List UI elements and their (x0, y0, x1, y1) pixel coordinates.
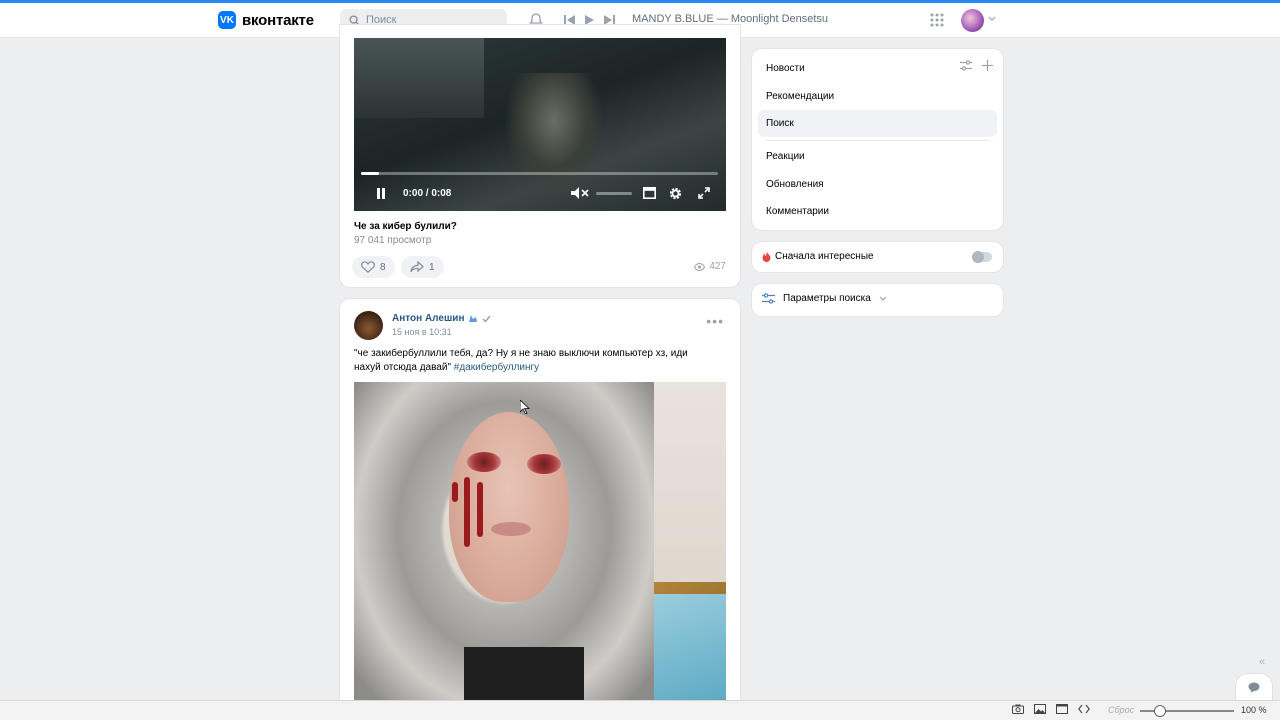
fire-icon (762, 251, 771, 262)
video-title[interactable]: Че за кибер булили? (354, 221, 457, 232)
video-progress-bar[interactable] (361, 172, 718, 175)
photo-eye-left (467, 452, 501, 472)
zoom-reset-button[interactable]: Сброс (1108, 705, 1134, 715)
video-progress-fill (361, 172, 379, 175)
video-frame-background (354, 38, 484, 118)
nav-item-search[interactable]: Поиск (758, 110, 997, 137)
verified-check-icon (482, 315, 492, 323)
code-icon[interactable] (1078, 704, 1090, 714)
user-avatar[interactable] (961, 9, 984, 32)
share-button[interactable]: 1 (401, 256, 444, 278)
status-bar-tools (1012, 704, 1090, 714)
muted-volume-icon[interactable] (571, 184, 589, 202)
current-track-title[interactable]: MANDY B.BLUE — Moonlight Densetsu (632, 13, 828, 25)
interesting-first-switch[interactable] (972, 251, 992, 263)
filter-sliders-icon (762, 293, 775, 304)
search-params-text: Параметры поиска (783, 293, 871, 304)
photo-blood-streak (452, 482, 458, 502)
chevron-down-icon (879, 296, 887, 302)
video-frame-figure (504, 73, 604, 193)
video-view-count: 97 041 просмотр (354, 235, 432, 246)
logo-text: вконтакте (242, 11, 314, 29)
eye-icon (694, 262, 706, 271)
share-count: 1 (429, 261, 435, 273)
camera-icon[interactable] (1012, 704, 1024, 714)
share-arrow-icon (410, 261, 424, 273)
zoom-level: 100 % (1241, 705, 1267, 715)
pause-icon[interactable] (376, 184, 386, 202)
nav-item-recommendations[interactable]: Рекомендации (758, 83, 997, 110)
video-player[interactable]: 0:00 / 0:08 (354, 38, 726, 211)
miniplayer-icon[interactable] (643, 184, 656, 202)
search-params-row[interactable]: Параметры поиска (752, 284, 1003, 316)
vk-logo[interactable]: VK вконтакте (218, 11, 314, 29)
nav-item-updates[interactable]: Обновления (758, 171, 997, 198)
nav-item-news[interactable]: Новости (758, 55, 997, 82)
heart-icon (361, 261, 375, 273)
post-date[interactable]: 15 ноя в 10:31 (392, 327, 452, 337)
search-params-label: Параметры поиска (762, 293, 887, 304)
post-hashtag[interactable]: #дакибербуллингу (454, 362, 539, 373)
nav-item-comments[interactable]: Комментарии (758, 198, 997, 225)
like-button[interactable]: 8 (352, 256, 395, 278)
apps-grid-icon[interactable] (929, 12, 945, 28)
settings-gear-icon[interactable] (668, 184, 683, 202)
vk-logo-icon: VK (218, 11, 236, 29)
video-time: 0:00 / 0:08 (403, 187, 452, 199)
views-number: 427 (709, 261, 726, 272)
volume-slider[interactable] (596, 192, 632, 195)
nav-item-reactions[interactable]: Реакции (758, 143, 997, 170)
more-options-icon[interactable]: ••• (706, 314, 724, 328)
nav-divider (766, 140, 989, 141)
search-icon (349, 14, 360, 26)
post-photo[interactable] (354, 382, 726, 709)
photo-post: Антон Алешин 15 ноя в 10:31 ••• "че заки… (340, 299, 740, 709)
post-views: 427 (694, 261, 726, 272)
author-avatar[interactable] (354, 311, 383, 340)
prometheus-badge-icon (468, 314, 478, 323)
chevron-down-icon[interactable] (988, 15, 996, 23)
chat-button[interactable] (1236, 674, 1272, 700)
video-post: 0:00 / 0:08 Че за кибер булили? 97 041 п… (340, 25, 740, 287)
post-text: "че закибербуллили тебя, да? Ну я не зна… (354, 347, 714, 375)
photo-blood-streak (477, 482, 483, 537)
mouse-cursor-icon (520, 400, 530, 414)
photo-eye-right (527, 454, 561, 474)
collapse-panel-icon[interactable]: « (1259, 656, 1265, 668)
photo-blood-streak (464, 477, 470, 547)
interesting-first-label: Сначала интересные (762, 251, 874, 262)
chat-bubble-icon (1248, 682, 1260, 693)
author-name: Антон Алешин (392, 313, 465, 324)
like-count: 8 (380, 261, 386, 273)
interesting-first-toggle-row[interactable]: Сначала интересные (752, 242, 1003, 272)
browser-status-bar: Сброс 100 % (0, 700, 1280, 720)
fullscreen-icon[interactable] (698, 184, 710, 202)
window-icon[interactable] (1056, 704, 1068, 714)
image-icon[interactable] (1034, 704, 1046, 714)
feed-nav-menu: Новости Рекомендации Поиск Реакции Обнов… (752, 49, 1003, 230)
zoom-slider-handle[interactable] (1154, 705, 1166, 717)
photo-lips (491, 522, 531, 536)
interesting-first-text: Сначала интересные (775, 251, 874, 262)
post-author[interactable]: Антон Алешин (392, 313, 492, 324)
